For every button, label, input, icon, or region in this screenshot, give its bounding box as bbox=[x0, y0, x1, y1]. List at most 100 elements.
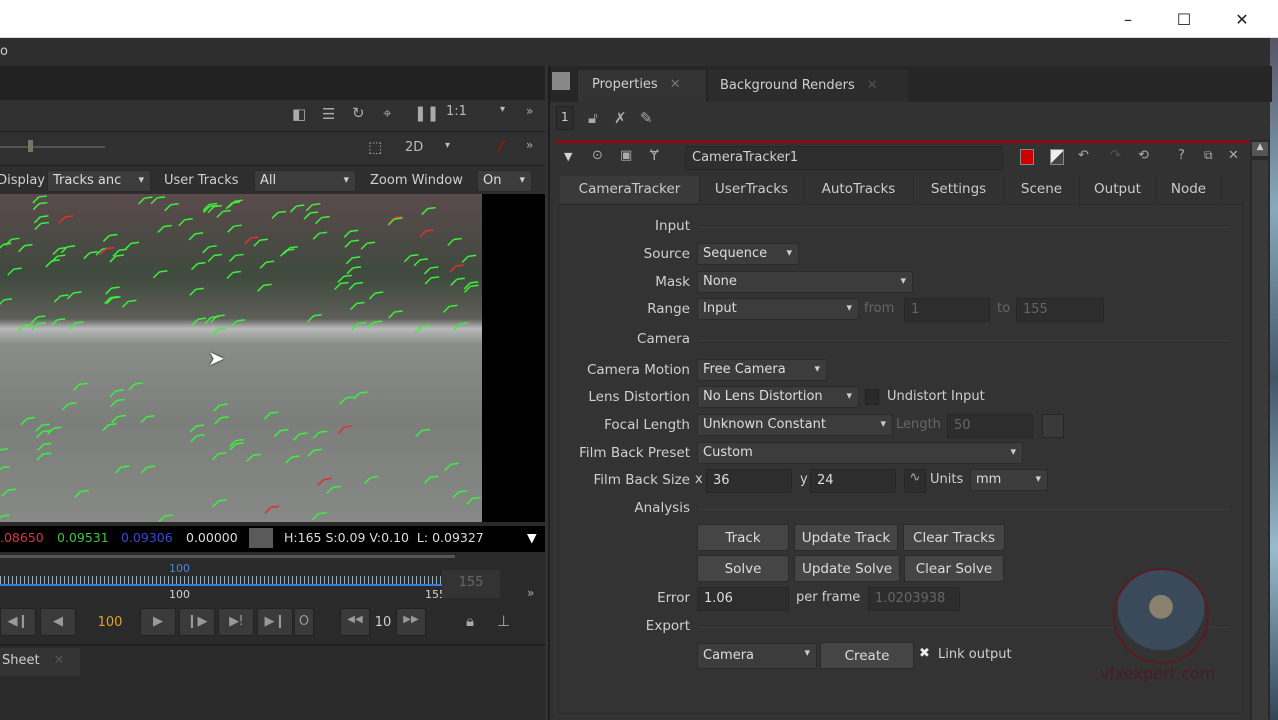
expand-chevron-icon[interactable]: » bbox=[526, 138, 533, 152]
range-from-field[interactable]: 1 bbox=[904, 298, 990, 322]
pause-icon[interactable]: ❚❚ bbox=[414, 104, 439, 122]
tab-scene[interactable]: Scene bbox=[1004, 176, 1080, 203]
revert-icon[interactable]: ⟲ bbox=[1138, 148, 1149, 163]
tab-node[interactable]: Node bbox=[1156, 176, 1222, 203]
focal-length-dropdown[interactable]: Unknown Constant bbox=[697, 414, 893, 436]
wipe-icon[interactable]: ◧ bbox=[292, 105, 306, 123]
mask-dropdown[interactable]: None bbox=[697, 271, 913, 293]
view-mode-dropdown[interactable]: 2D ▾ bbox=[405, 140, 475, 155]
close-panel-icon[interactable]: ✕ bbox=[1228, 148, 1239, 163]
tab-background-renders[interactable]: Background Renders ✕ bbox=[708, 70, 908, 102]
lock-icon[interactable]: 🔒︎ bbox=[466, 612, 474, 630]
create-button[interactable]: Create bbox=[820, 642, 914, 669]
display-dropdown[interactable]: Tracks anc bbox=[47, 170, 151, 192]
range-dropdown[interactable]: Input bbox=[697, 298, 859, 320]
collapse-icon[interactable]: ▼ bbox=[564, 150, 572, 163]
wrench-icon[interactable]: Ɏ bbox=[650, 148, 659, 164]
next-keyframe-button[interactable]: ▶ǃ bbox=[218, 608, 254, 636]
panel-menu-icon[interactable] bbox=[552, 72, 570, 90]
error-field[interactable]: 1.06 bbox=[697, 587, 789, 611]
refresh-icon[interactable]: ↻ bbox=[352, 104, 365, 122]
source-dropdown[interactable]: Sequence bbox=[697, 243, 799, 265]
tab-settings[interactable]: Settings bbox=[914, 176, 1004, 203]
clear-tracks-button[interactable]: Clear Tracks bbox=[903, 524, 1005, 551]
film-back-y-field[interactable]: 24 bbox=[810, 469, 896, 493]
export-dropdown[interactable]: Camera bbox=[697, 643, 817, 669]
lock-icon[interactable]: 🔓︎ bbox=[588, 109, 598, 127]
units-dropdown[interactable]: mm bbox=[970, 469, 1048, 491]
step-increment-field[interactable]: 10 bbox=[370, 615, 396, 630]
zoom-window-dropdown[interactable]: On bbox=[477, 170, 532, 192]
film-back-x-field[interactable]: 36 bbox=[706, 469, 792, 493]
length-field[interactable]: 50 bbox=[947, 414, 1033, 438]
lines-icon[interactable]: ☰ bbox=[322, 105, 335, 123]
track-marker bbox=[7, 267, 22, 276]
help-icon[interactable]: ? bbox=[1178, 148, 1185, 163]
frame-range-icon[interactable]: ⊥ bbox=[497, 612, 510, 630]
camera-motion-dropdown[interactable]: Free Camera bbox=[697, 359, 827, 381]
timeline[interactable]: 100 100 155 bbox=[0, 555, 455, 605]
user-tracks-dropdown[interactable]: All bbox=[254, 170, 356, 192]
tab-properties[interactable]: Properties ✕ bbox=[578, 70, 706, 102]
step-forward-button[interactable]: ❙▶ bbox=[179, 608, 215, 636]
curve-icon[interactable]: ∿ bbox=[904, 469, 926, 493]
node-settings-icon[interactable]: ⊙ bbox=[592, 148, 603, 163]
pixel-menu-arrow-icon[interactable]: ▼ bbox=[527, 530, 537, 545]
step-back-button[interactable]: ◀ bbox=[40, 608, 76, 636]
close-tab-icon[interactable]: ✕ bbox=[867, 78, 878, 93]
viewer-image[interactable]: ➤ bbox=[0, 194, 482, 522]
close-tab-icon[interactable]: ✕ bbox=[670, 77, 681, 92]
skip-forward-button[interactable]: ▶▶ bbox=[396, 608, 426, 636]
tab-usertracks[interactable]: UserTracks bbox=[700, 176, 804, 203]
viewer-icon[interactable]: ▣ bbox=[620, 148, 632, 163]
lens-distortion-dropdown[interactable]: No Lens Distortion bbox=[697, 386, 859, 408]
expand-chevron-icon[interactable]: » bbox=[526, 104, 533, 118]
update-track-button[interactable]: Update Track bbox=[794, 524, 898, 551]
animation-button[interactable] bbox=[1042, 414, 1064, 438]
clear-panels-icon[interactable]: ✗ bbox=[614, 109, 627, 127]
skip-back-button[interactable]: ◀◀ bbox=[340, 608, 370, 636]
solve-button[interactable]: Solve bbox=[697, 555, 789, 582]
tab-autotracks[interactable]: AutoTracks bbox=[804, 176, 914, 203]
float-panel-icon[interactable]: ⧉ bbox=[1204, 148, 1213, 163]
roi-icon[interactable]: ⌖ bbox=[383, 104, 391, 122]
region-select-icon[interactable]: ⬚ bbox=[368, 138, 382, 156]
viewer-toolbar-second: ⬚ 2D ▾ ⁄ » bbox=[0, 132, 545, 166]
menu-item[interactable]: o bbox=[0, 44, 8, 59]
undistort-input-checkbox[interactable] bbox=[865, 389, 879, 405]
maximize-button[interactable]: ☐ bbox=[1156, 0, 1212, 38]
mouse-cursor-icon: ➤ bbox=[208, 346, 225, 370]
node-name-field[interactable]: CameraTracker1 bbox=[685, 146, 1003, 170]
minimize-button[interactable]: – bbox=[1100, 0, 1156, 38]
undo-icon[interactable]: ↶ bbox=[1078, 148, 1089, 163]
properties-scrollbar[interactable]: ▲ bbox=[1250, 140, 1270, 720]
slider-handle[interactable] bbox=[28, 140, 33, 152]
close-tab-icon[interactable]: ✕ bbox=[54, 653, 65, 668]
expand-chevron-icon[interactable]: » bbox=[527, 586, 534, 600]
gain-slider[interactable] bbox=[0, 140, 105, 152]
loop-mode-button[interactable]: O bbox=[294, 608, 314, 636]
tab-output[interactable]: Output bbox=[1080, 176, 1156, 203]
play-button[interactable]: ▶ bbox=[140, 608, 176, 636]
redo-icon[interactable]: ↷ bbox=[1110, 148, 1121, 163]
edit-pencil-icon[interactable]: ✎ bbox=[640, 109, 653, 127]
current-frame-field[interactable]: 100 bbox=[82, 612, 138, 630]
zoom-ratio-dropdown[interactable]: 1:1 ▾ bbox=[446, 104, 516, 119]
max-panels-field[interactable]: 1 bbox=[556, 106, 574, 130]
per-frame-field[interactable]: 1.0203938 bbox=[868, 587, 960, 611]
node-color-button[interactable] bbox=[1020, 149, 1034, 165]
last-frame-button[interactable]: ▶❙ bbox=[257, 608, 293, 636]
clear-solve-button[interactable]: Clear Solve bbox=[904, 555, 1004, 582]
link-output-checkbox[interactable]: ✖ bbox=[919, 646, 930, 661]
gl-color-button[interactable] bbox=[1050, 149, 1064, 165]
update-solve-button[interactable]: Update Solve bbox=[794, 555, 900, 582]
film-back-preset-dropdown[interactable]: Custom bbox=[697, 442, 1023, 464]
close-window-button[interactable]: ✕ bbox=[1214, 0, 1270, 38]
tab-sheet[interactable]: Sheet ✕ bbox=[0, 648, 80, 676]
range-to-field[interactable]: 155 bbox=[1016, 298, 1104, 322]
track-button[interactable]: Track bbox=[697, 524, 789, 551]
end-frame-field[interactable]: 155 bbox=[442, 570, 500, 598]
prev-keyframe-button[interactable]: ◀❙ bbox=[0, 608, 36, 636]
paint-stroke-icon[interactable]: ⁄ bbox=[500, 137, 503, 155]
tab-cameratracker[interactable]: CameraTracker bbox=[560, 176, 700, 203]
